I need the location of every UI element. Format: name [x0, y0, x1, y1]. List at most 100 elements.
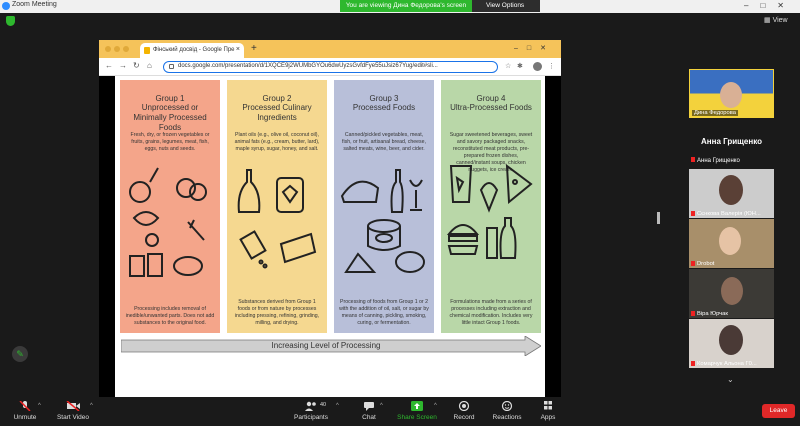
- participant-tile[interactable]: Комарчук Альона Г0...: [689, 319, 774, 368]
- back-icon[interactable]: ←: [105, 61, 113, 70]
- muted-mic-icon: [691, 260, 695, 266]
- participant-name: Комарчук Альона Г0...: [691, 360, 757, 367]
- participants-options-chevron-icon[interactable]: ^: [336, 403, 339, 409]
- unmute-label: Unmute: [13, 414, 37, 421]
- browser-window-controls[interactable]: –□✕: [514, 44, 555, 52]
- group-4-footer: Formulations made from a series of proce…: [449, 299, 533, 326]
- reactions-button[interactable]: Reactions: [490, 399, 524, 421]
- share-screen-label: Share Screen: [397, 414, 437, 421]
- gallery-view-label: View: [772, 17, 788, 24]
- security-shield-icon[interactable]: [6, 16, 15, 26]
- group-3-name: Group 3: [369, 94, 399, 103]
- star-icon[interactable]: ☆: [505, 62, 511, 70]
- participant-face: [719, 175, 743, 205]
- browser-minimize-dot[interactable]: [114, 46, 120, 52]
- group-1-panel: Group 1 Unprocessed or Minimally Process…: [120, 80, 220, 333]
- group-3-desc: Canned/pickled vegetables, meat, fish, o…: [342, 132, 426, 152]
- muted-mic-icon: [691, 310, 695, 316]
- record-icon: [458, 401, 470, 411]
- muted-mic-icon: [691, 157, 695, 162]
- group-4-panel: Group 4 Ultra-Processed Foods Sugar swee…: [441, 80, 541, 333]
- participant-name: Віра Юрчак: [691, 310, 728, 317]
- apps-grid-icon: [544, 401, 552, 410]
- browser-navbar: ← → ↻ ⌂ docs.google.com/presentation/d/1…: [99, 58, 561, 76]
- group-2-title: Processed Culinary Ingredients: [242, 103, 312, 122]
- share-screen-icon: [411, 401, 423, 411]
- muted-mic-icon: [691, 360, 695, 366]
- view-options-button[interactable]: View Options: [472, 0, 540, 12]
- participant-name-label: Віра Юрчак: [697, 311, 728, 317]
- extensions-icon[interactable]: ✱: [517, 62, 523, 70]
- participant-face: [721, 277, 743, 305]
- unmute-button[interactable]: Unmute: [10, 399, 40, 421]
- browser-maximize-dot[interactable]: [123, 46, 129, 52]
- group-1-name: Group 1: [155, 94, 185, 103]
- forward-icon[interactable]: →: [119, 61, 127, 70]
- start-video-button[interactable]: Start Video: [54, 399, 92, 421]
- home-icon[interactable]: ⌂: [147, 61, 152, 70]
- window-title: Zoom Meeting: [12, 1, 57, 8]
- gallery-resize-handle[interactable]: [657, 212, 660, 224]
- browser-menu-icon[interactable]: ⋮: [548, 62, 555, 70]
- participant-tile[interactable]: Сєнкова Валерія (ЮН...: [689, 169, 774, 218]
- participant-name-label: Drobot: [697, 261, 715, 267]
- group-2-panel: Group 2 Processed Culinary Ingredients P…: [227, 80, 327, 333]
- browser-profile-avatar[interactable]: [533, 62, 542, 71]
- participants-icon: [305, 401, 316, 411]
- group-1-footer: Processing includes removal of inedible/…: [125, 306, 215, 326]
- participant-name: Drobot: [691, 260, 715, 267]
- url-text: docs.google.com/presentation/d/1XQCE9j2W…: [178, 63, 438, 69]
- smiley-icon: [501, 401, 513, 411]
- gallery-view-button[interactable]: ▦ View: [764, 16, 788, 24]
- participant-tile[interactable]: Drobot: [689, 219, 774, 268]
- browser-close-dot[interactable]: [105, 46, 111, 52]
- zoom-logo-icon: [2, 2, 10, 10]
- video-options-chevron-icon[interactable]: ^: [90, 403, 93, 409]
- participants-count: 40: [320, 402, 327, 408]
- apps-button[interactable]: Apps: [536, 399, 560, 421]
- slides-favicon-icon: [144, 47, 150, 54]
- reload-icon[interactable]: ↻: [133, 61, 140, 70]
- browser-tab-title: Фінський досвід - Google Пре: [153, 47, 235, 53]
- window-controls[interactable]: –□✕: [744, 1, 796, 10]
- oil-honey-butter-icon: [237, 169, 317, 269]
- viewing-banner: You are viewing Дина Федорова's screen: [340, 0, 472, 12]
- new-tab-icon[interactable]: +: [251, 43, 257, 54]
- tab-close-icon[interactable]: ×: [236, 46, 240, 53]
- participant-tile[interactable]: Віра Юрчак: [689, 269, 774, 318]
- leave-button[interactable]: Leave: [762, 404, 795, 418]
- meeting-toolbar: Unmute ^ Start Video ^ Participants 40 ^…: [0, 399, 800, 426]
- participant-tile-active[interactable]: Дина Федорова: [689, 69, 774, 118]
- group-3-panel: Group 3 Processed Foods Canned/pickled v…: [334, 80, 434, 333]
- participants-label: Participants: [294, 414, 328, 421]
- lock-icon: [169, 64, 174, 69]
- chat-bubble-icon: [364, 402, 374, 411]
- chat-button[interactable]: Chat: [356, 399, 382, 421]
- chat-label: Chat: [362, 414, 376, 421]
- group-2-footer: Substances derived from Group 1 foods or…: [234, 299, 320, 326]
- chevron-down-icon[interactable]: ⌄: [727, 375, 734, 384]
- browser-tabstrip: Фінський досвід - Google Пре × + –□✕: [99, 40, 561, 58]
- video-off-icon: [66, 401, 80, 411]
- group-4-title: Ultra-Processed Foods: [450, 103, 532, 112]
- address-bar[interactable]: docs.google.com/presentation/d/1XQCE9j2W…: [163, 61, 498, 73]
- group-1-desc: Fresh, dry, or frozen vegetables or frui…: [130, 132, 210, 152]
- record-button[interactable]: Record: [450, 399, 478, 421]
- annotate-pencil-icon[interactable]: ✎: [12, 346, 28, 362]
- participant-face: [720, 82, 742, 108]
- chat-options-chevron-icon[interactable]: ^: [380, 403, 383, 409]
- muted-mic-icon: [691, 210, 695, 216]
- share-screen-button[interactable]: Share Screen: [396, 399, 438, 421]
- participant-face: [719, 227, 741, 255]
- browser-tab[interactable]: Фінський досвід - Google Пре ×: [140, 43, 244, 58]
- record-label: Record: [453, 414, 475, 421]
- group-4-name: Group 4: [476, 94, 506, 103]
- participant-name-active: Дина Федорова: [692, 110, 738, 116]
- slide-viewport: Group 1 Unprocessed or Minimally Process…: [99, 76, 561, 397]
- slide-canvas: Group 1 Unprocessed or Minimally Process…: [115, 76, 545, 397]
- group-3-footer: Processing of foods from Group 1 or 2 wi…: [339, 299, 429, 326]
- audio-options-chevron-icon[interactable]: ^: [38, 403, 41, 409]
- group-2-desc: Plant oils (e.g., olive oil, coconut oil…: [234, 132, 320, 152]
- share-options-chevron-icon[interactable]: ^: [434, 403, 437, 409]
- group-3-title: Processed Foods: [352, 103, 416, 112]
